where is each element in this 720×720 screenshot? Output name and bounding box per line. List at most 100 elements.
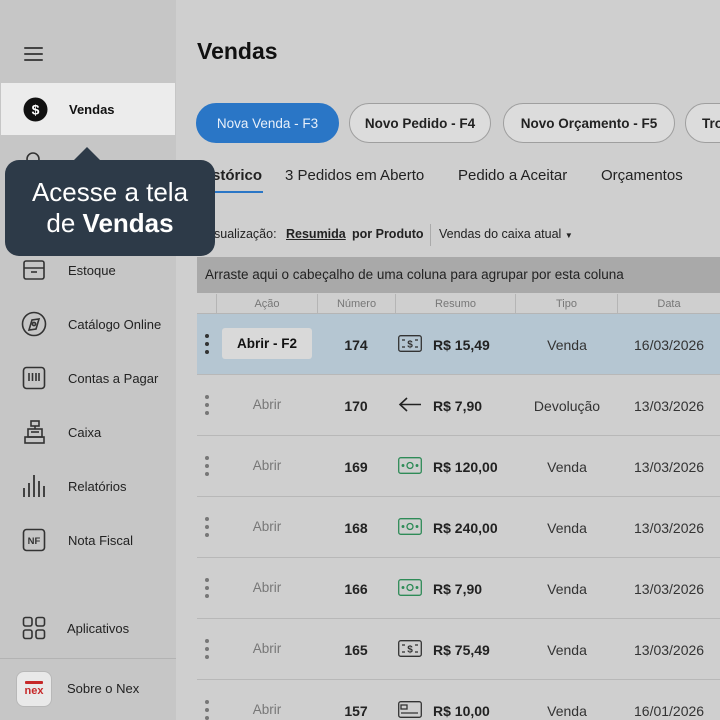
row-menu-icon[interactable] (205, 700, 209, 720)
bills-icon (21, 365, 47, 391)
sale-number: 170 (344, 397, 368, 414)
new-sale-button[interactable]: Nova Venda - F3 (196, 103, 339, 143)
col-header-data[interactable]: Data (617, 294, 720, 314)
table-row[interactable]: Abrir - F2 174 $ R$ 15,49 Venda 16/03/2026 (197, 314, 720, 375)
col-header-resumo[interactable]: Resumo (395, 294, 515, 314)
tab-historico[interactable]: stórico (212, 167, 262, 184)
sidebar-item-relatorios[interactable]: Relatórios (0, 460, 176, 512)
row-menu-icon[interactable] (205, 456, 209, 476)
sidebar-item-label: Nota Fiscal (68, 532, 134, 548)
sale-date: 13/03/2026 (634, 580, 705, 597)
onboarding-tooltip: Acesse a tela de Vendas (5, 160, 215, 256)
sidebar-item-catalogo[interactable]: Catálogo Online (0, 298, 176, 350)
svg-text:$: $ (31, 101, 39, 117)
banknote-icon (398, 457, 422, 474)
sale-date: 16/03/2026 (634, 336, 705, 353)
tooltip-arrow (73, 147, 101, 161)
sale-type: Venda (547, 519, 587, 536)
filter-divider (430, 224, 431, 246)
sidebar-item-label: Estoque (68, 262, 116, 278)
dollar-circle-icon: $ (22, 96, 48, 122)
row-menu-icon[interactable] (205, 517, 209, 537)
sale-date: 13/03/2026 (634, 519, 705, 536)
exchange-button[interactable]: Tro (685, 103, 720, 143)
sale-value: R$ 7,90 (433, 397, 483, 414)
sale-number: 166 (344, 580, 368, 597)
tab-orcamentos[interactable]: Orçamentos (601, 167, 683, 184)
new-order-button[interactable]: Novo Pedido - F4 (349, 103, 491, 143)
col-header-tipo[interactable]: Tipo (515, 294, 617, 314)
table-row[interactable]: Abrir 168 R$ 240,00 Venda 13/03/2026 (197, 497, 720, 558)
table-row[interactable]: Abrir 169 R$ 120,00 Venda 13/03/2026 (197, 436, 720, 497)
sale-date: 16/01/2026 (634, 702, 705, 719)
banknote-icon (398, 579, 422, 596)
new-quote-button[interactable]: Novo Orçamento - F5 (503, 103, 675, 143)
sidebar-item-label: Contas a Pagar (68, 370, 159, 386)
row-menu-icon[interactable] (205, 578, 209, 598)
open-button[interactable]: Abrir (222, 511, 312, 542)
col-header-numero[interactable]: Número (317, 294, 395, 314)
sale-number: 169 (344, 458, 368, 475)
table-row[interactable]: Abrir 165 $ R$ 75,49 Venda 13/03/2026 (197, 619, 720, 680)
reports-icon (21, 473, 47, 499)
open-button[interactable]: Abrir (222, 694, 312, 720)
sale-date: 13/03/2026 (634, 397, 705, 414)
sale-value: R$ 10,00 (433, 702, 490, 719)
sale-number: 168 (344, 519, 368, 536)
sale-type: Venda (547, 702, 587, 719)
nf-icon: NF (21, 527, 47, 553)
table-row[interactable]: Abrir 170 R$ 7,90 Devolução 13/03/2026 (197, 375, 720, 436)
view-label: sualização: (214, 227, 277, 241)
sidebar-item-caixa[interactable]: Caixa (0, 406, 176, 458)
cash-register-icon (21, 419, 47, 445)
open-button[interactable]: Abrir (222, 633, 312, 664)
sidebar-item-aplicativos[interactable]: Aplicativos (0, 602, 176, 654)
menu-icon[interactable] (24, 47, 43, 61)
stock-box-icon (21, 257, 47, 283)
open-button[interactable]: Abrir - F2 (222, 328, 312, 359)
sidebar-item-contas[interactable]: Contas a Pagar (0, 352, 176, 404)
sale-value: R$ 240,00 (433, 519, 498, 536)
catalog-icon (21, 311, 47, 337)
sale-type: Venda (547, 580, 587, 597)
table-row[interactable]: Abrir 166 R$ 7,90 Venda 13/03/2026 (197, 558, 720, 619)
row-menu-icon[interactable] (205, 334, 209, 354)
view-por-produto[interactable]: por Produto (352, 227, 424, 241)
svg-text:$: $ (407, 645, 413, 656)
open-button[interactable]: Abrir (222, 389, 312, 420)
page-title: Vendas (197, 38, 278, 64)
apps-grid-icon (21, 615, 47, 641)
sale-type: Venda (547, 336, 587, 353)
group-by-drop-area[interactable]: Arraste aqui o cabeçalho de uma coluna p… (197, 257, 720, 293)
nex-logo-text: nex (24, 685, 44, 697)
tooltip-line2-bold: Vendas (82, 208, 174, 238)
open-button[interactable]: Abrir (222, 450, 312, 481)
open-button[interactable]: Abrir (222, 572, 312, 603)
sidebar-divider (0, 658, 176, 659)
row-menu-icon[interactable] (205, 395, 209, 415)
sidebar-item-label: Vendas (69, 101, 115, 117)
tab-pedido-aceitar[interactable]: Pedido a Aceitar (458, 167, 567, 184)
sale-value: R$ 15,49 (433, 336, 490, 353)
sidebar-item-vendas[interactable]: $ Vendas (1, 83, 175, 135)
tooltip-line2: de Vendas (5, 208, 215, 239)
cash-note-icon: $ (398, 335, 422, 352)
table-row[interactable]: Abrir 157 R$ 10,00 Venda 16/01/2026 (197, 680, 720, 720)
sidebar-item-label: Caixa (68, 424, 102, 440)
sidebar-item-label: Relatórios (68, 478, 127, 494)
caixa-dropdown[interactable]: Vendas do caixa atual ▼ (439, 227, 573, 241)
tab-pedidos-aberto[interactable]: 3 Pedidos em Aberto (285, 167, 424, 184)
banknote-icon (398, 518, 422, 535)
sale-type: Devolução (533, 397, 601, 414)
sidebar-item-label: Catálogo Online (68, 316, 162, 332)
nex-logo-icon[interactable]: nex (16, 671, 52, 707)
sidebar-item-nota-fiscal[interactable]: NF Nota Fiscal (0, 514, 176, 566)
sale-date: 13/03/2026 (634, 641, 705, 658)
view-resumida[interactable]: Resumida (286, 227, 346, 241)
sidebar: $ Vendas Estoque Catálogo Online Contas … (0, 0, 176, 720)
row-menu-icon[interactable] (205, 639, 209, 659)
col-header-acao[interactable]: Ação (216, 294, 317, 314)
sidebar-item-label: Aplicativos (67, 620, 130, 636)
sale-type: Venda (547, 458, 587, 475)
svg-text:NF: NF (28, 536, 41, 547)
